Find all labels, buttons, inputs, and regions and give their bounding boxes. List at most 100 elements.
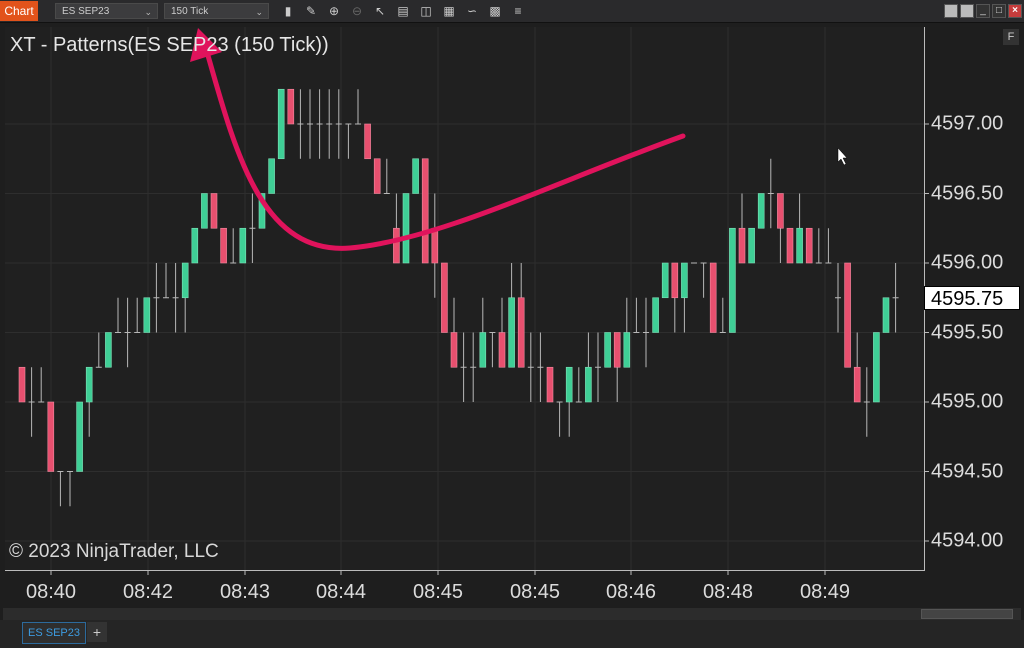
candle: [757, 193, 765, 229]
candle: [191, 227, 199, 264]
candle: [623, 297, 631, 368]
candle: [556, 401, 563, 437]
candle: [95, 332, 102, 368]
candle: [565, 366, 573, 437]
candle: [585, 332, 592, 403]
candle: [719, 297, 726, 333]
candle: [805, 227, 813, 264]
candle: [115, 297, 121, 333]
candle: [393, 193, 400, 264]
candle: [613, 332, 621, 402]
candle: [661, 262, 669, 299]
candle: [230, 228, 237, 264]
candle: [517, 263, 525, 368]
time-tick-label: 08:46: [605, 581, 657, 603]
candle: [508, 263, 515, 368]
current-price-label: 4595.75: [924, 286, 1020, 310]
candle: [143, 297, 151, 333]
candle: [124, 297, 131, 368]
instrument-tab[interactable]: ES SEP23: [22, 622, 86, 644]
candle: [421, 158, 429, 264]
price-tick-label: 4596.50: [931, 182, 1004, 204]
chart-title: XT - Patterns(ES SEP23 (150 Tick)): [10, 34, 329, 56]
candle: [460, 332, 467, 402]
horizontal-scrollbar[interactable]: [3, 608, 1021, 620]
candle: [38, 367, 45, 403]
price-tick-label: 4597.00: [931, 112, 1004, 135]
annotation-curve: [202, 42, 686, 251]
candle: [815, 228, 822, 264]
candle: [738, 193, 746, 264]
candle: [373, 158, 381, 194]
candle: [181, 262, 189, 333]
candle: [47, 401, 55, 472]
candle: [268, 158, 275, 194]
add-tab-button[interactable]: +: [87, 622, 107, 642]
candle: [873, 332, 880, 403]
time-tick-label: 08:40: [25, 581, 77, 603]
candle: [441, 262, 448, 333]
candle: [287, 88, 295, 125]
price-tick-label: 4594.50: [931, 460, 1004, 482]
candle: [105, 332, 112, 368]
candle: [700, 262, 707, 298]
candle: [748, 227, 755, 264]
candle: [134, 297, 141, 333]
candle: [412, 158, 419, 194]
candle: [709, 262, 717, 333]
candle: [201, 193, 208, 229]
f-button[interactable]: F: [1003, 29, 1019, 45]
candle: [67, 471, 73, 507]
candle: [431, 193, 439, 298]
candle: [604, 332, 611, 368]
candle: [277, 88, 285, 160]
candle: [671, 262, 679, 333]
time-tick-label: 08:45: [412, 581, 464, 603]
candle: [210, 193, 218, 229]
candle: [355, 89, 361, 125]
candle: [297, 89, 304, 159]
candle: [307, 89, 313, 159]
candle: [326, 89, 333, 159]
candle: [595, 332, 601, 402]
price-tick-label: 4596.00: [931, 251, 1004, 274]
candle: [316, 89, 323, 159]
instrument-tab-bar: ES SEP23 +: [0, 620, 1024, 648]
candle: [364, 123, 371, 160]
scrollbar-thumb[interactable]: [921, 609, 1013, 619]
candle: [383, 158, 390, 194]
candle: [172, 263, 179, 333]
candle: [681, 262, 688, 333]
mouse-cursor-icon: [837, 147, 848, 166]
candle: [249, 193, 256, 263]
candle: [892, 263, 899, 333]
time-tick-label: 08:43: [219, 581, 271, 603]
candle: [729, 227, 736, 333]
candle: [643, 297, 649, 368]
candle: [882, 297, 890, 333]
candle: [85, 366, 93, 437]
candle: [220, 227, 227, 264]
candle: [844, 262, 851, 368]
candle: [57, 471, 64, 507]
candle: [345, 123, 352, 159]
candle: [28, 367, 35, 437]
price-tick-label: 4595.50: [931, 321, 1004, 343]
candle: [633, 297, 640, 333]
time-tick-label: 08:48: [702, 581, 754, 603]
time-tick-label: 08:45: [509, 581, 561, 603]
candle: [652, 297, 659, 333]
price-tick-label: 4595.00: [931, 390, 1004, 413]
candle: [239, 227, 247, 264]
time-tick-label: 08:44: [315, 581, 367, 603]
candle: [163, 263, 169, 299]
candle: [18, 366, 26, 403]
candle: [546, 366, 554, 403]
candle: [527, 332, 534, 402]
candle: [498, 297, 506, 368]
candle: [863, 367, 870, 437]
candle: [470, 332, 477, 402]
copyright-text: © 2023 NinjaTrader, LLC: [9, 541, 219, 562]
candle: [479, 297, 487, 368]
candle: [489, 332, 496, 368]
